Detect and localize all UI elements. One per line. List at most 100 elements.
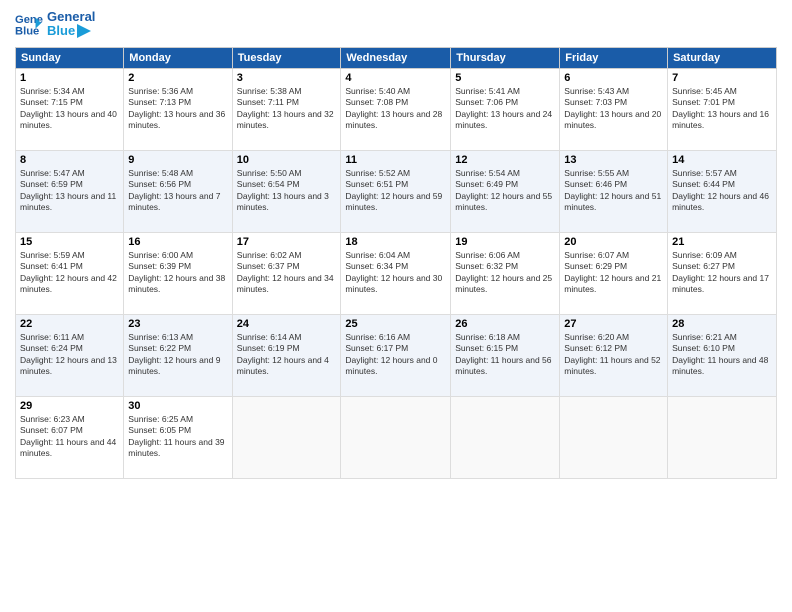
day-number: 20 [564,236,663,248]
calendar-cell: 9 Sunrise: 5:48 AMSunset: 6:56 PMDaylight… [124,150,232,232]
day-info: Sunrise: 6:23 AMSunset: 6:07 PMDaylight:… [20,414,119,460]
day-number: 15 [20,236,119,248]
calendar-cell: 1 Sunrise: 5:34 AMSunset: 7:15 PMDaylight… [16,68,124,150]
calendar-cell: 23 Sunrise: 6:13 AMSunset: 6:22 PMDayligh… [124,314,232,396]
day-number: 11 [345,154,446,166]
calendar-cell: 18Sunrise: 6:04 AMSunset: 6:34 PMDayligh… [341,232,451,314]
day-info: Sunrise: 6:20 AMSunset: 6:12 PMDaylight:… [564,332,663,378]
calendar-cell: 15Sunrise: 5:59 AMSunset: 6:41 PMDayligh… [16,232,124,314]
calendar-cell: 14 Sunrise: 5:57 AMSunset: 6:44 PMDayligh… [668,150,777,232]
day-info: Sunrise: 5:34 AMSunset: 7:15 PMDaylight:… [20,86,119,132]
day-info: Sunrise: 6:16 AMSunset: 6:17 PMDaylight:… [345,332,446,378]
logo-icon: General Blue [15,10,43,38]
calendar-cell [341,396,451,478]
day-number: 16 [128,236,227,248]
calendar-cell: 2 Sunrise: 5:36 AMSunset: 7:13 PMDaylight… [124,68,232,150]
day-info: Sunrise: 5:45 AMSunset: 7:01 PMDaylight:… [672,86,772,132]
day-info: Sunrise: 6:18 AMSunset: 6:15 PMDaylight:… [455,332,555,378]
day-info: Sunrise: 5:40 AMSunset: 7:08 PMDaylight:… [345,86,446,132]
day-info: Sunrise: 5:41 AMSunset: 7:06 PMDaylight:… [455,86,555,132]
day-number: 22 [20,318,119,330]
day-number: 14 [672,154,772,166]
calendar-week-row: 1 Sunrise: 5:34 AMSunset: 7:15 PMDaylight… [16,68,777,150]
calendar-week-row: 29 Sunrise: 6:23 AMSunset: 6:07 PMDayligh… [16,396,777,478]
day-number: 19 [455,236,555,248]
day-info: Sunrise: 6:09 AMSunset: 6:27 PMDaylight:… [672,250,772,296]
calendar-cell: 20 Sunrise: 6:07 AMSunset: 6:29 PMDayligh… [560,232,668,314]
calendar-cell: 21Sunrise: 6:09 AMSunset: 6:27 PMDayligh… [668,232,777,314]
day-info: Sunrise: 5:52 AMSunset: 6:51 PMDaylight:… [345,168,446,214]
day-info: Sunrise: 6:02 AMSunset: 6:37 PMDaylight:… [237,250,337,296]
day-number: 25 [345,318,446,330]
day-info: Sunrise: 5:54 AMSunset: 6:49 PMDaylight:… [455,168,555,214]
day-info: Sunrise: 6:06 AMSunset: 6:32 PMDaylight:… [455,250,555,296]
calendar-cell [668,396,777,478]
calendar-week-row: 22 Sunrise: 6:11 AMSunset: 6:24 PMDayligh… [16,314,777,396]
calendar-cell: 11 Sunrise: 5:52 AMSunset: 6:51 PMDayligh… [341,150,451,232]
day-number: 9 [128,154,227,166]
calendar-cell: 4 Sunrise: 5:40 AMSunset: 7:08 PMDaylight… [341,68,451,150]
day-info: Sunrise: 6:25 AMSunset: 6:05 PMDaylight:… [128,414,227,460]
calendar-cell: 28Sunrise: 6:21 AMSunset: 6:10 PMDayligh… [668,314,777,396]
calendar-cell: 8 Sunrise: 5:47 AMSunset: 6:59 PMDaylight… [16,150,124,232]
day-number: 28 [672,318,772,330]
calendar-cell: 5 Sunrise: 5:41 AMSunset: 7:06 PMDaylight… [451,68,560,150]
calendar-cell: 24 Sunrise: 6:14 AMSunset: 6:19 PMDayligh… [232,314,341,396]
day-number: 23 [128,318,227,330]
weekday-header: Tuesday [232,47,341,68]
calendar-header-row: SundayMondayTuesdayWednesdayThursdayFrid… [16,47,777,68]
day-number: 8 [20,154,119,166]
day-info: Sunrise: 5:57 AMSunset: 6:44 PMDaylight:… [672,168,772,214]
calendar-page: General Blue General Blue SundayMonda [0,0,792,612]
calendar-cell: 30 Sunrise: 6:25 AMSunset: 6:05 PMDayligh… [124,396,232,478]
calendar-week-row: 8 Sunrise: 5:47 AMSunset: 6:59 PMDaylight… [16,150,777,232]
logo: General Blue General Blue [15,10,97,39]
day-info: Sunrise: 6:00 AMSunset: 6:39 PMDaylight:… [128,250,227,296]
header: General Blue General Blue [15,10,777,39]
calendar-week-row: 15Sunrise: 5:59 AMSunset: 6:41 PMDayligh… [16,232,777,314]
calendar-cell [560,396,668,478]
calendar-cell: 12 Sunrise: 5:54 AMSunset: 6:49 PMDayligh… [451,150,560,232]
day-number: 7 [672,72,772,84]
day-info: Sunrise: 6:14 AMSunset: 6:19 PMDaylight:… [237,332,337,378]
calendar-cell: 26Sunrise: 6:18 AMSunset: 6:15 PMDayligh… [451,314,560,396]
day-info: Sunrise: 6:07 AMSunset: 6:29 PMDaylight:… [564,250,663,296]
calendar-cell: 29 Sunrise: 6:23 AMSunset: 6:07 PMDayligh… [16,396,124,478]
weekday-header: Sunday [16,47,124,68]
day-number: 27 [564,318,663,330]
weekday-header: Thursday [451,47,560,68]
calendar-cell: 13Sunrise: 5:55 AMSunset: 6:46 PMDayligh… [560,150,668,232]
day-info: Sunrise: 5:50 AMSunset: 6:54 PMDaylight:… [237,168,337,214]
calendar-cell: 27 Sunrise: 6:20 AMSunset: 6:12 PMDayligh… [560,314,668,396]
weekday-header: Wednesday [341,47,451,68]
day-number: 2 [128,72,227,84]
day-info: Sunrise: 5:47 AMSunset: 6:59 PMDaylight:… [20,168,119,214]
logo-blue: Blue [47,24,97,38]
day-info: Sunrise: 5:36 AMSunset: 7:13 PMDaylight:… [128,86,227,132]
day-number: 30 [128,400,227,412]
day-number: 6 [564,72,663,84]
day-number: 10 [237,154,337,166]
day-number: 1 [20,72,119,84]
day-info: Sunrise: 5:48 AMSunset: 6:56 PMDaylight:… [128,168,227,214]
calendar-cell: 10 Sunrise: 5:50 AMSunset: 6:54 PMDayligh… [232,150,341,232]
logo-general: General [47,10,97,24]
day-number: 5 [455,72,555,84]
day-number: 18 [345,236,446,248]
day-number: 29 [20,400,119,412]
day-info: Sunrise: 5:55 AMSunset: 6:46 PMDaylight:… [564,168,663,214]
calendar-cell: 17 Sunrise: 6:02 AMSunset: 6:37 PMDayligh… [232,232,341,314]
day-number: 17 [237,236,337,248]
day-number: 3 [237,72,337,84]
day-number: 4 [345,72,446,84]
day-info: Sunrise: 6:13 AMSunset: 6:22 PMDaylight:… [128,332,227,378]
day-info: Sunrise: 6:11 AMSunset: 6:24 PMDaylight:… [20,332,119,378]
calendar-cell: 22 Sunrise: 6:11 AMSunset: 6:24 PMDayligh… [16,314,124,396]
day-number: 24 [237,318,337,330]
calendar-cell: 6 Sunrise: 5:43 AMSunset: 7:03 PMDaylight… [560,68,668,150]
calendar-cell: 19 Sunrise: 6:06 AMSunset: 6:32 PMDayligh… [451,232,560,314]
day-info: Sunrise: 5:43 AMSunset: 7:03 PMDaylight:… [564,86,663,132]
calendar-table: SundayMondayTuesdayWednesdayThursdayFrid… [15,47,777,479]
weekday-header: Friday [560,47,668,68]
day-number: 12 [455,154,555,166]
